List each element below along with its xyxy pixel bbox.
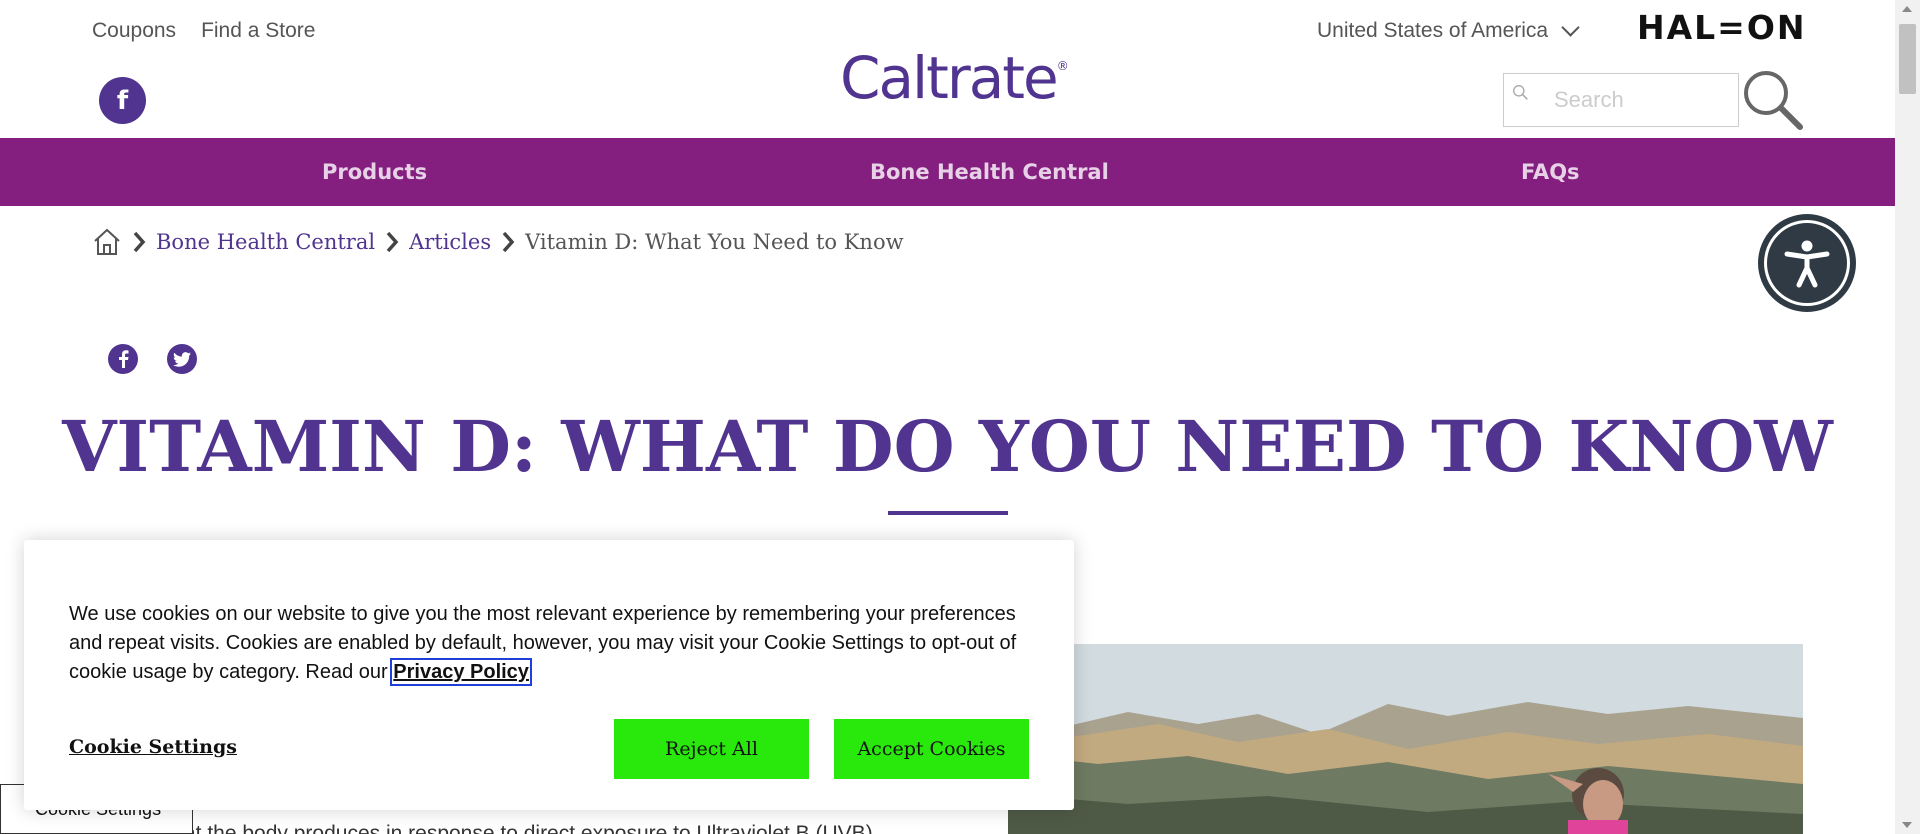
- page-scrollbar[interactable]: [1895, 0, 1920, 834]
- search-input[interactable]: [1504, 74, 1738, 126]
- breadcrumb: Bone Health Central Articles Vitamin D: …: [92, 227, 904, 257]
- cookie-message-text: We use cookies on our website to give yo…: [69, 603, 1017, 683]
- utility-links: Coupons Find a Store: [92, 19, 315, 43]
- scroll-down-arrow-icon[interactable]: [1902, 822, 1912, 828]
- page-title: VITAMIN D: WHAT DO YOU NEED TO KNOW: [62, 405, 1833, 488]
- search-icon: [1513, 85, 1528, 100]
- share-twitter-icon[interactable]: [167, 344, 197, 374]
- chevron-down-icon: [1561, 17, 1580, 37]
- breadcrumb-bone-health-central[interactable]: Bone Health Central: [156, 230, 375, 254]
- find-a-store-link[interactable]: Find a Store: [201, 19, 315, 43]
- country-label: United States of America: [1317, 19, 1549, 42]
- reject-all-button[interactable]: Reject All: [614, 719, 809, 779]
- facebook-icon[interactable]: f: [99, 77, 146, 124]
- breadcrumb-current: Vitamin D: What You Need to Know: [525, 230, 904, 254]
- accessibility-icon: [1764, 220, 1850, 306]
- country-selector[interactable]: United States of America: [1317, 17, 1580, 43]
- chevron-right-icon: [133, 231, 146, 253]
- accept-cookies-button[interactable]: Accept Cookies: [834, 719, 1029, 779]
- article-body-text: at the body produces in response to dire…: [184, 822, 873, 834]
- scrollbar-thumb[interactable]: [1899, 24, 1916, 94]
- privacy-policy-link[interactable]: Privacy Policy: [390, 658, 532, 686]
- cookie-message: We use cookies on our website to give yo…: [69, 600, 1049, 687]
- main-nav: Products Bone Health Central FAQs: [0, 138, 1895, 206]
- scroll-up-arrow-icon[interactable]: [1902, 6, 1912, 12]
- home-icon[interactable]: [92, 227, 122, 257]
- search-button-icon[interactable]: [1742, 69, 1804, 131]
- cookie-settings-link[interactable]: Cookie Settings: [69, 736, 237, 758]
- cookie-banner: We use cookies on our website to give yo…: [24, 540, 1074, 810]
- search-field[interactable]: [1503, 73, 1739, 127]
- accessibility-button[interactable]: [1758, 214, 1856, 312]
- chevron-right-icon: [386, 231, 399, 253]
- nav-item-bone-health-central[interactable]: Bone Health Central: [870, 138, 1109, 206]
- chevron-right-icon: [502, 231, 515, 253]
- breadcrumb-articles[interactable]: Articles: [409, 230, 491, 254]
- logo-registered-mark: ®: [1056, 58, 1069, 73]
- coupons-link[interactable]: Coupons: [92, 19, 176, 43]
- article-hero-image: [1008, 644, 1803, 834]
- share-facebook-icon[interactable]: [108, 344, 138, 374]
- title-divider: [888, 511, 1008, 515]
- caltrate-logo[interactable]: Caltrate®: [840, 44, 1069, 112]
- haleon-logo[interactable]: HAL=ON: [1637, 8, 1807, 47]
- nav-item-faqs[interactable]: FAQs: [1521, 138, 1580, 206]
- logo-text: Caltrate: [840, 44, 1059, 112]
- nav-item-products[interactable]: Products: [322, 138, 427, 206]
